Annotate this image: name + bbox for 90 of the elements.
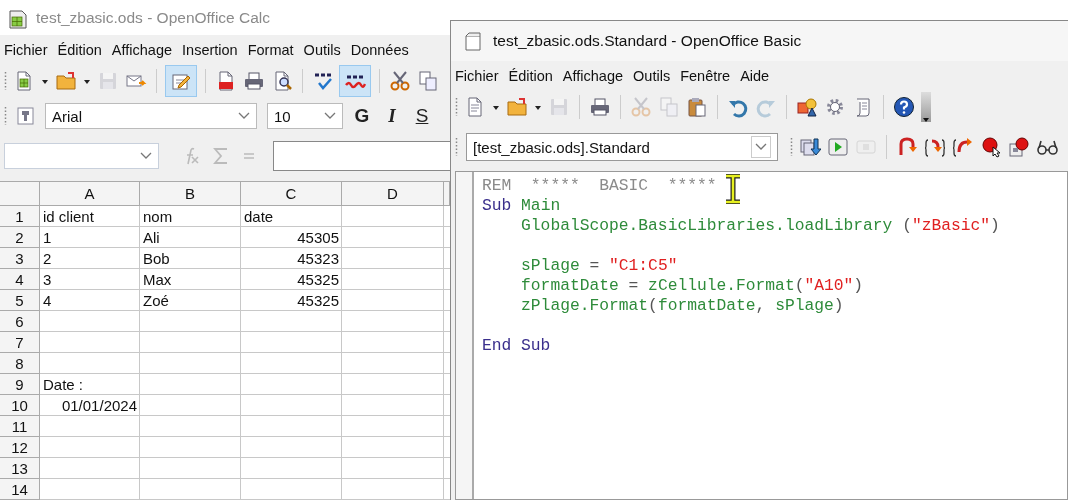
styles-icon[interactable]: [15, 105, 37, 128]
italic-button[interactable]: I: [381, 105, 403, 128]
run-icon[interactable]: [827, 136, 849, 158]
edit-document-icon[interactable]: [166, 65, 196, 96]
chevron-down-icon[interactable]: [140, 152, 152, 161]
column-header[interactable]: B: [140, 182, 241, 206]
formula-input-field[interactable]: [273, 141, 450, 172]
menu-item[interactable]: Outils: [631, 68, 679, 84]
chevron-down-icon[interactable]: [324, 112, 336, 121]
font-name-field[interactable]: Arial: [45, 103, 257, 130]
window-title: test_zbasic.ods.Standard - OpenOffice Basic: [493, 32, 802, 50]
row-header[interactable]: 10: [0, 395, 40, 416]
row-header[interactable]: 1: [0, 206, 40, 227]
breakpoint-icon[interactable]: [980, 136, 1002, 158]
column-header[interactable]: D: [342, 182, 444, 206]
step-into-icon[interactable]: [924, 136, 946, 158]
menu-item[interactable]: Fenêtre: [678, 68, 739, 84]
gear-icon[interactable]: [824, 96, 846, 118]
menu-item[interactable]: Affichage: [560, 68, 632, 84]
clipboard-icon[interactable]: [686, 96, 708, 118]
table-cell-text: Zoé: [142, 292, 170, 309]
menu-item[interactable]: Insertion: [180, 42, 246, 59]
autospellcheck-icon[interactable]: [340, 65, 370, 96]
scissors-icon[interactable]: [389, 69, 411, 92]
bold-button[interactable]: G: [351, 105, 373, 128]
menu-item[interactable]: Aide: [738, 68, 778, 84]
table-cell-text: Ali: [142, 229, 161, 246]
table-cell-text: 45305: [296, 229, 340, 246]
table-cell-text: 01/01/2024: [60, 397, 138, 414]
folder-icon[interactable]: [55, 69, 77, 92]
row-header[interactable]: 7: [0, 332, 40, 353]
table-cell-text: 45323: [296, 250, 340, 267]
font-size-field[interactable]: 10: [267, 103, 343, 130]
toolbar-overflow-button[interactable]: [921, 92, 931, 122]
row-header[interactable]: 3: [0, 248, 40, 269]
code-line: End Sub: [482, 336, 551, 356]
shapes-icon[interactable]: [796, 96, 818, 118]
table-cell-text: date: [243, 208, 275, 225]
menu-item[interactable]: Affichage: [109, 42, 181, 59]
row-header[interactable]: 2: [0, 227, 40, 248]
step-out-icon[interactable]: [952, 136, 974, 158]
help-icon[interactable]: [893, 96, 915, 118]
chevron-down-icon[interactable]: [238, 112, 250, 121]
menu-item[interactable]: Outils: [301, 42, 349, 59]
table-cell-text: Max: [142, 271, 173, 288]
underline-button[interactable]: S: [411, 105, 433, 128]
menu-item[interactable]: Fichier: [453, 68, 507, 84]
menu-item[interactable]: Format: [245, 42, 302, 59]
folder-icon[interactable]: [506, 96, 528, 118]
menu-item[interactable]: Édition: [55, 42, 110, 59]
row-header[interactable]: 8: [0, 353, 40, 374]
column-header[interactable]: A: [40, 182, 140, 206]
table-cell-text: Date :: [42, 376, 85, 393]
printer-icon[interactable]: [243, 69, 265, 92]
table-cell-text: nom: [142, 208, 174, 225]
table-cell-text: 3: [42, 271, 53, 288]
menu-item[interactable]: Données: [348, 42, 417, 59]
row-header[interactable]: 12: [0, 437, 40, 458]
table-cell-text: id client: [42, 208, 95, 225]
table-cell-text: 2: [42, 250, 53, 267]
row-header[interactable]: 11: [0, 416, 40, 437]
row-header[interactable]: 13: [0, 458, 40, 479]
document-icon: [463, 30, 483, 52]
copy-icon[interactable]: [417, 69, 439, 92]
window-title: test_zbasic.ods - OpenOffice Calc: [36, 8, 271, 27]
table-cell-text: 45325: [296, 292, 340, 309]
code-line: GlobalScope.BasicLibraries.loadLibrary ("zBasic"): [520, 216, 1000, 236]
column-header[interactable]: C: [241, 182, 342, 206]
row-header[interactable]: 5: [0, 290, 40, 311]
code-line: REM ***** BASIC *****: [482, 176, 717, 196]
code-line: Sub Main: [482, 196, 561, 216]
menu-item[interactable]: Fichier: [2, 42, 56, 59]
caret-icon: [923, 118, 929, 122]
printer-icon[interactable]: [589, 96, 611, 118]
compile-icon[interactable]: [799, 136, 821, 158]
row-header[interactable]: 9: [0, 374, 40, 395]
code-line: zPlage.Format(formatDate, sPlage): [520, 296, 844, 316]
breakpoint-manager-icon[interactable]: [1008, 136, 1030, 158]
library-selector[interactable]: [test_zbasic.ods].Standard: [466, 133, 778, 161]
row-header[interactable]: 4: [0, 269, 40, 290]
menu-item[interactable]: Édition: [506, 68, 561, 84]
chevron-down-icon[interactable]: [751, 136, 771, 158]
row-header[interactable]: 14: [0, 479, 40, 500]
table-cell-text: 45325: [296, 271, 340, 288]
code-line: sPlage = "C1:C5": [520, 256, 678, 276]
row-header[interactable]: 6: [0, 311, 40, 332]
table-cell-text: Bob: [142, 250, 171, 267]
table-cell-text: 1: [42, 229, 53, 246]
table-cell-text: 4: [42, 292, 53, 309]
code-line: formatDate = zCellule.Format("A10"): [520, 276, 864, 296]
